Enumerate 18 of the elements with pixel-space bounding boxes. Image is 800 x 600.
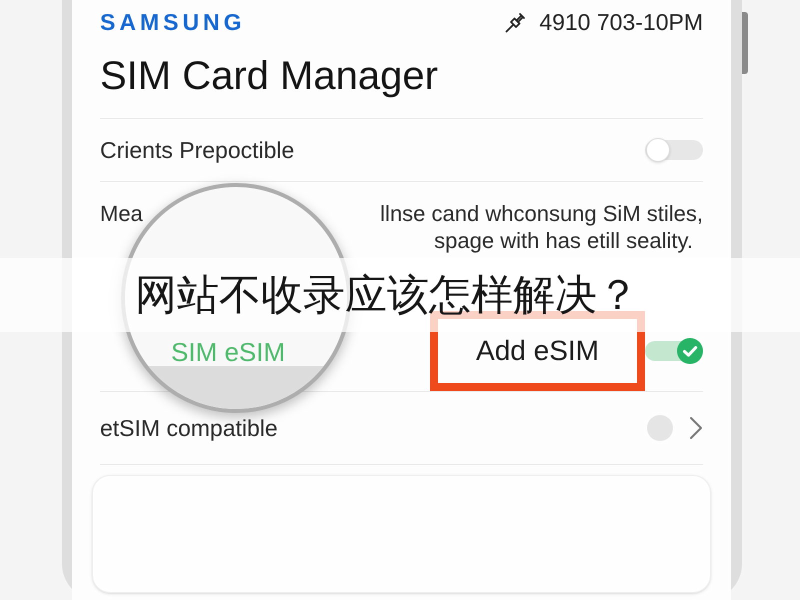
side-button[interactable] — [742, 12, 748, 74]
screen-title: SIM Card Manager — [100, 54, 439, 98]
caption-text: 网站不收录应该怎样解决？ — [135, 274, 639, 316]
description-text: spage with has etill seality. — [434, 228, 693, 254]
toggle-switch[interactable] — [645, 137, 703, 163]
description-text: llnse cand whconsung SiM stiles, — [380, 200, 703, 226]
magnified-label: SIM eSIM — [171, 339, 286, 365]
setting-label: Crients Prepoctible — [100, 137, 294, 163]
check-icon — [677, 338, 703, 364]
plug-icon — [505, 11, 528, 33]
radio-button[interactable] — [647, 415, 673, 441]
chevron-right-icon[interactable] — [689, 416, 703, 440]
setting-label[interactable]: etSIM compatible — [100, 415, 278, 441]
brand-logo: SAMSUNG — [100, 10, 246, 34]
toggle-switch[interactable] — [645, 338, 703, 364]
description-text: Mea — [100, 200, 143, 226]
status-text: 4910 703-10PM — [539, 10, 703, 34]
setting-label[interactable]: Add eSIM — [476, 337, 599, 365]
